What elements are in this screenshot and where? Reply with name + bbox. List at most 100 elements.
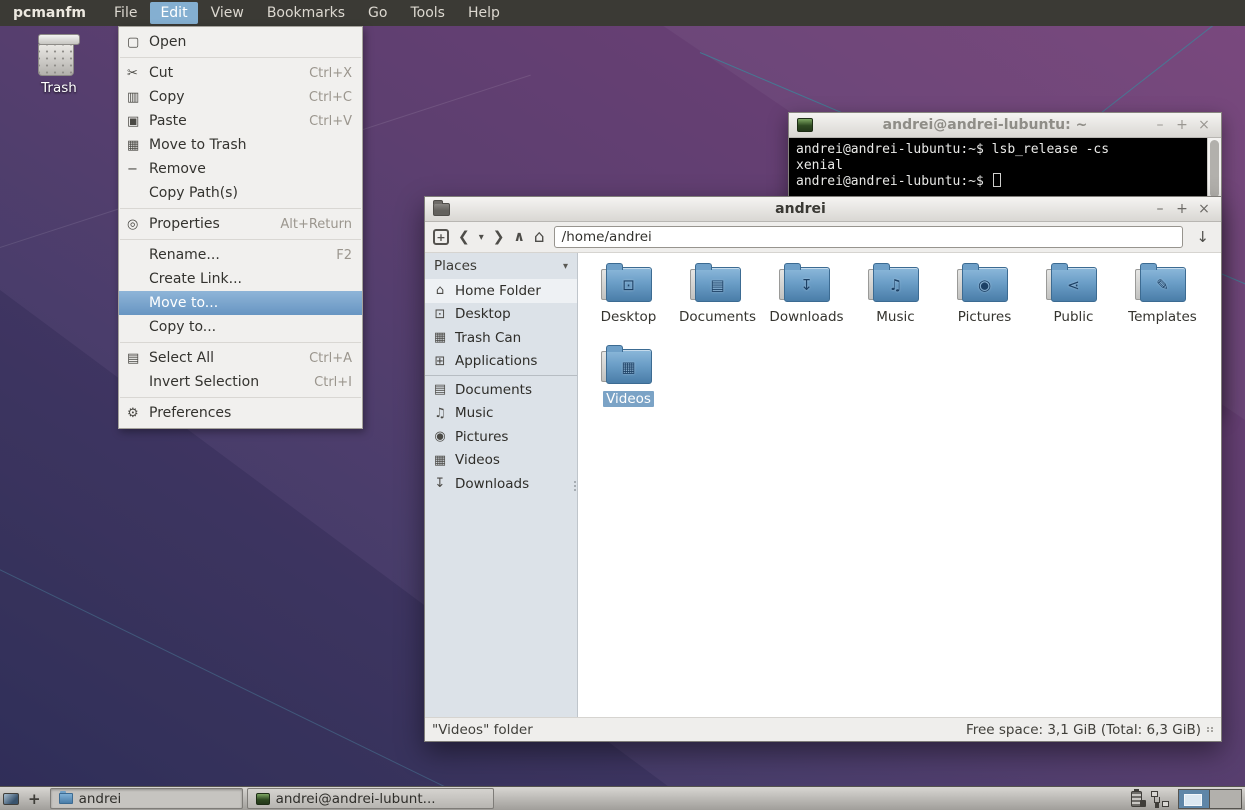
menu-item-create-link[interactable]: Create Link... <box>119 267 362 291</box>
maximize-button[interactable]: + <box>1173 201 1191 217</box>
jump-to-button[interactable]: ↓ <box>1192 228 1213 246</box>
app-title: pcmanfm <box>13 5 86 21</box>
folder-icon: ▦ <box>606 349 652 384</box>
menu-file[interactable]: File <box>104 2 147 24</box>
show-desktop-button[interactable] <box>3 788 19 809</box>
menu-item-open[interactable]: ▢ Open <box>119 30 362 54</box>
history-dropdown-button[interactable]: ▾ <box>479 232 484 243</box>
terminal-prompt-line: andrei@andrei-lubuntu:~$ <box>796 173 1201 190</box>
sidebar-item-applications[interactable]: ⊞ Applications <box>425 350 577 374</box>
status-free-space-text: Free space: 3,1 GiB (Total: 6,3 GiB) <box>966 722 1201 738</box>
minimize-button[interactable]: – <box>1151 201 1169 217</box>
maximize-button[interactable]: + <box>1173 117 1191 133</box>
file-item-videos[interactable]: ▦ Videos <box>584 343 673 425</box>
back-button[interactable]: ❮ <box>458 230 470 244</box>
folder-icon <box>59 793 73 804</box>
sidebar-item-pictures[interactable]: ◉ Pictures <box>425 425 577 449</box>
sidebar-item-documents[interactable]: ▤ Documents <box>425 378 577 402</box>
close-button[interactable]: × <box>1195 117 1213 133</box>
new-tab-button[interactable]: + <box>433 229 449 245</box>
copy-icon: ▥ <box>127 90 149 105</box>
task-button-file-manager[interactable]: andrei <box>50 788 243 809</box>
pictures-icon: ◉ <box>432 429 448 444</box>
menu-item-remove[interactable]: − Remove <box>119 157 362 181</box>
file-item-desktop[interactable]: ⊡ Desktop <box>584 261 673 343</box>
preferences-icon: ⚙ <box>127 406 149 421</box>
file-item-music[interactable]: ♫ Music <box>851 261 940 343</box>
file-item-documents[interactable]: ▤ Documents <box>673 261 762 343</box>
close-button[interactable]: × <box>1195 201 1213 217</box>
menu-separator <box>120 342 361 343</box>
menu-item-copy[interactable]: ▥ Copy Ctrl+C <box>119 85 362 109</box>
resize-grip[interactable] <box>1207 727 1214 732</box>
menu-view[interactable]: View <box>201 2 254 24</box>
file-icon-view[interactable]: ⊡ Desktop ▤ Documents ↧ Downloads ♫ Musi… <box>578 253 1221 717</box>
workspace-2[interactable] <box>1210 789 1242 809</box>
folder-window-icon <box>433 203 450 216</box>
sidebar-item-home-folder[interactable]: ⌂ Home Folder <box>425 279 577 303</box>
downloads-icon: ↧ <box>432 476 448 491</box>
select-all-icon: ▤ <box>127 351 149 366</box>
menu-item-rename[interactable]: Rename... F2 <box>119 243 362 267</box>
workspace-pager[interactable] <box>1178 789 1242 809</box>
sidebar-item-music[interactable]: ♫ Music <box>425 402 577 426</box>
chevron-down-icon: ▾ <box>563 261 568 272</box>
menu-item-copy-to[interactable]: Copy to... <box>119 315 362 339</box>
terminal-icon <box>797 118 813 132</box>
paste-icon: ▣ <box>127 114 149 129</box>
home-icon: ⌂ <box>432 283 448 298</box>
menu-help[interactable]: Help <box>458 2 510 24</box>
menu-separator <box>120 57 361 58</box>
sidebar-item-trash-can[interactable]: ▦ Trash Can <box>425 326 577 350</box>
desktop-trash-shortcut[interactable]: Trash <box>30 34 88 96</box>
menu-tools[interactable]: Tools <box>400 2 455 24</box>
global-menubar: pcmanfm File Edit View Bookmarks Go Tool… <box>0 0 1245 26</box>
home-button[interactable]: ⌂ <box>534 229 545 246</box>
folder-icon: ✎ <box>1140 267 1186 302</box>
folder-icon: ♫ <box>873 267 919 302</box>
terminal-line: xenial <box>796 158 1201 174</box>
menu-go[interactable]: Go <box>358 2 397 24</box>
menu-item-move-to-trash[interactable]: ▦ Move to Trash <box>119 133 362 157</box>
terminal-titlebar[interactable]: andrei@andrei-lubuntu: ~ – + × <box>789 113 1221 138</box>
file-manager-titlebar[interactable]: andrei – + × <box>425 197 1221 222</box>
places-mode-selector[interactable]: Places ▾ <box>425 253 577 279</box>
menu-bookmarks[interactable]: Bookmarks <box>257 2 355 24</box>
menu-edit[interactable]: Edit <box>150 2 197 24</box>
pane-splitter-grip[interactable] <box>574 481 576 491</box>
menu-item-preferences[interactable]: ⚙ Preferences <box>119 401 362 425</box>
battery-icon[interactable] <box>1131 791 1142 807</box>
menu-item-paste[interactable]: ▣ Paste Ctrl+V <box>119 109 362 133</box>
file-item-public[interactable]: ⋖ Public <box>1029 261 1118 343</box>
sidebar-item-videos[interactable]: ▦ Videos <box>425 449 577 473</box>
path-input[interactable]: /home/andrei <box>554 226 1184 248</box>
sidebar-item-desktop[interactable]: ⊡ Desktop <box>425 303 577 327</box>
templates-emblem-icon: ✎ <box>1140 276 1186 294</box>
menu-item-move-to[interactable]: Move to... <box>119 291 362 315</box>
status-folder-text: "Videos" folder <box>432 722 966 738</box>
taskbar-panel: + andrei andrei@andrei-lubunt... <box>0 786 1245 810</box>
menu-item-properties[interactable]: ◎ Properties Alt+Return <box>119 212 362 236</box>
sidebar-item-downloads[interactable]: ↧ Downloads <box>425 472 577 496</box>
scrollbar-thumb[interactable] <box>1210 140 1219 198</box>
workspace-1-current[interactable] <box>1178 789 1210 809</box>
task-button-terminal[interactable]: andrei@andrei-lubunt... <box>247 788 494 809</box>
minimize-button[interactable]: – <box>1151 117 1169 133</box>
file-item-downloads[interactable]: ↧ Downloads <box>762 261 851 343</box>
menu-item-copy-paths[interactable]: Copy Path(s) <box>119 181 362 205</box>
forward-button[interactable]: ❯ <box>493 230 505 244</box>
lubuntu-desktop-screen: Trash pcmanfm File Edit View Bookmarks G… <box>0 0 1245 810</box>
terminal-line: andrei@andrei-lubuntu:~$ lsb_release -cs <box>796 142 1201 158</box>
file-label: Templates <box>1125 309 1200 325</box>
trash-icon: ▦ <box>432 330 448 345</box>
task-label: andrei@andrei-lubunt... <box>276 791 436 807</box>
menu-item-select-all[interactable]: ▤ Select All Ctrl+A <box>119 346 362 370</box>
menu-item-cut[interactable]: ✂ Cut Ctrl+X <box>119 61 362 85</box>
file-item-pictures[interactable]: ◉ Pictures <box>940 261 1029 343</box>
menu-item-invert-selection[interactable]: Invert Selection Ctrl+I <box>119 370 362 394</box>
file-item-templates[interactable]: ✎ Templates <box>1118 261 1207 343</box>
path-value: /home/andrei <box>562 229 652 245</box>
network-icon[interactable] <box>1151 791 1169 807</box>
up-button[interactable]: ∧ <box>514 230 525 244</box>
iconify-plus-icon[interactable]: + <box>23 790 46 808</box>
